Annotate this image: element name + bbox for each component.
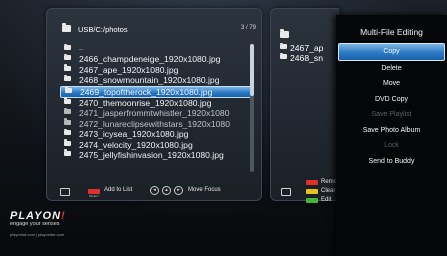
move-focus-label: Move Focus xyxy=(188,187,221,193)
remove-label: Remo xyxy=(321,179,338,185)
file-item[interactable]: 2467_ape_1920x1080.jpg xyxy=(64,64,252,75)
red-key-icon-right xyxy=(306,180,318,185)
file-item[interactable]: 2470_themoonrise_1920x1080.jpg xyxy=(64,97,252,108)
nav-up-down-icon: ▴ xyxy=(162,186,171,195)
add-to-list-label: Add to List xyxy=(104,187,133,193)
menu-item-save-playlist: Save Playlist xyxy=(371,111,412,118)
menu-item-copy[interactable]: Copy xyxy=(338,43,445,61)
bottom-help-bar: SELECT Add to List ◂ ▴ ▸ Move Focus Remo… xyxy=(46,179,346,206)
tagline: engage your senses xyxy=(10,221,60,227)
file-item[interactable]: 2469_topoftherock_1920x1080.jpg xyxy=(60,85,252,98)
list-icon-right xyxy=(281,188,291,196)
menu-item-move[interactable]: Move xyxy=(336,76,447,92)
image-file-icon xyxy=(64,128,71,136)
image-file-icon xyxy=(64,97,71,104)
path-bar: USB/C:/photos 3 / 79 xyxy=(62,23,256,36)
parent-folder-label: .. xyxy=(79,45,83,52)
edit-label: Edit xyxy=(321,197,332,203)
image-file-icon xyxy=(64,53,71,61)
image-file-icon xyxy=(64,74,71,82)
multi-file-editing-menu: Multi-File Editing Copy Delete Move DVD Cop… xyxy=(336,15,447,256)
file-name: 2466_champdeneige_1920x1080.jpg xyxy=(79,54,221,65)
file-item[interactable]: 2473_icysea_1920x1080.jpg xyxy=(64,128,252,140)
file-name: 2470_themoonrise_1920x1080.jpg xyxy=(79,97,212,108)
file-item[interactable]: 2475_jellyfishinvasion_1920x1080.jpg xyxy=(64,149,252,160)
red-key-icon xyxy=(88,189,100,194)
file-item[interactable]: 2472_lunareclipsewithstars_1920x1080 xyxy=(64,118,252,129)
folder-up-icon xyxy=(64,43,71,50)
clear-label: Clear xyxy=(321,188,336,194)
image-file-icon xyxy=(64,107,71,115)
file-list: .. 2466_champdeneige_1920x1080.jpg 2467_a… xyxy=(60,43,252,160)
list-icon xyxy=(60,188,70,196)
file-item[interactable]: 2471_jasperfrommtwhistler_1920x1080 xyxy=(64,107,252,119)
menu-item-lock: Lock xyxy=(384,142,399,149)
file-name: 2467_ap xyxy=(290,43,324,53)
file-name: 2469_topoftherock_1920x1080.jpg xyxy=(80,86,213,97)
page-count: 3 / 79 xyxy=(240,25,256,31)
file-item[interactable]: 2474_velocity_1920x1080.jpg xyxy=(64,139,252,150)
yellow-key-icon xyxy=(306,189,318,194)
folder-icon xyxy=(280,29,289,39)
file-list-scrollbar[interactable] xyxy=(250,44,254,172)
brand-block: PLAYON! engage your senses playonhd.com … xyxy=(10,210,66,237)
image-file-icon xyxy=(64,64,71,71)
image-file-icon xyxy=(64,149,71,156)
menu-item-delete[interactable]: Delete xyxy=(336,61,447,77)
image-file-icon xyxy=(280,52,287,60)
file-item[interactable]: 2466_champdeneige_1920x1080.jpg xyxy=(64,53,252,65)
logo-bang: ! xyxy=(61,210,66,222)
file-name: 2468_sn xyxy=(290,53,323,64)
menu-item-dvd-copy[interactable]: DVD Copy xyxy=(336,92,447,108)
file-name: 2472_lunareclipsewithstars_1920x1080 xyxy=(79,118,230,129)
folder-icon xyxy=(62,23,71,32)
nav-right-icon: ▸ xyxy=(174,186,183,195)
file-name: 2468_snowmountain_1920x1080.jpg xyxy=(79,75,220,86)
nav-left-icon: ◂ xyxy=(150,186,159,195)
menu-item-save-photo-album[interactable]: Save Photo Album xyxy=(336,123,447,139)
file-name: 2474_velocity_1920x1080.jpg xyxy=(79,139,193,150)
menu-items: Copy Delete Move DVD Copy Save Playlist Save … xyxy=(336,43,447,169)
green-key-icon xyxy=(306,198,318,203)
menu-title: Multi-File Editing xyxy=(360,27,423,37)
file-name: 2473_icysea_1920x1080.jpg xyxy=(79,129,189,140)
file-name: 2471_jasperfrommtwhistler_1920x1080 xyxy=(79,108,230,119)
file-name: 2467_ape_1920x1080.jpg xyxy=(79,64,179,75)
path-text: USB/C:/photos xyxy=(78,25,128,34)
image-file-icon xyxy=(65,86,72,93)
image-file-icon xyxy=(64,139,71,146)
file-item[interactable]: 2468_snowmountain_1920x1080.jpg xyxy=(64,74,252,86)
scrollbar-thumb[interactable] xyxy=(250,44,254,96)
brand-urls: playonhd.com | playonder.com xyxy=(10,232,65,237)
parent-folder-item[interactable]: .. xyxy=(64,43,252,54)
image-file-icon xyxy=(64,118,71,125)
menu-item-send-to-buddy[interactable]: Send to Buddy xyxy=(336,154,447,170)
file-name: 2475_jellyfishinvasion_1920x1080.jpg xyxy=(79,149,224,160)
image-file-icon xyxy=(280,42,287,49)
key-caption: SELECT xyxy=(89,195,99,198)
